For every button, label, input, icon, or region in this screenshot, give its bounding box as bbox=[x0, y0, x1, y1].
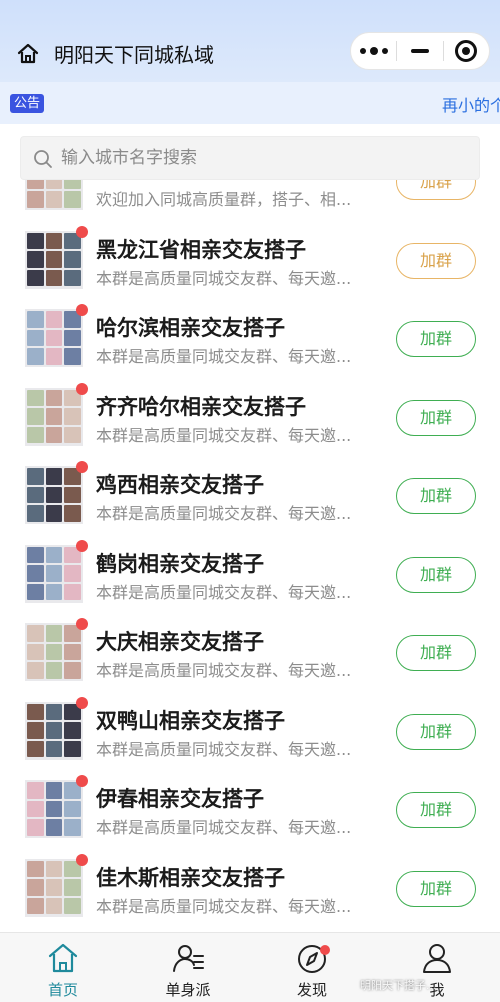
join-group-button[interactable]: 加群 bbox=[396, 792, 476, 828]
person-icon bbox=[423, 944, 451, 973]
group-name: 鸡西相亲交友搭子 bbox=[96, 473, 264, 497]
discover-red-dot bbox=[320, 945, 330, 955]
notice-bar: 公告 再小的个 bbox=[0, 82, 500, 124]
minimize-button[interactable] bbox=[397, 33, 442, 69]
close-miniprogram-button[interactable] bbox=[444, 33, 489, 69]
tab-discover-label: 发现 bbox=[296, 981, 327, 999]
group-name: 黑龙江省相亲交友搭子 bbox=[96, 237, 306, 262]
group-description: 本群是高质量同城交友群、每天邀... bbox=[96, 347, 352, 366]
group-name: 大庆相亲交友搭子 bbox=[96, 630, 264, 654]
miniprogram-capsule bbox=[350, 32, 490, 70]
group-avatar-collage bbox=[25, 701, 83, 760]
group-avatar-collage bbox=[25, 780, 83, 838]
group-row[interactable]: 佳木斯相亲交友搭子本群是高质量同城交友群、每天邀... 加群 bbox=[0, 847, 500, 925]
tab-home[interactable]: 首页 bbox=[13, 933, 113, 1002]
join-group-button[interactable]: 加群 bbox=[396, 556, 476, 593]
notice-marquee-text[interactable]: 再小的个 bbox=[442, 92, 500, 116]
join-group-button[interactable]: 加群 bbox=[396, 870, 476, 907]
join-group-button[interactable]: 加群 bbox=[396, 180, 476, 200]
group-avatar-collage bbox=[25, 466, 83, 524]
unread-red-dot bbox=[76, 696, 88, 709]
group-avatar-collage bbox=[25, 623, 83, 681]
unread-red-dot bbox=[76, 618, 88, 630]
target-icon bbox=[455, 40, 478, 62]
city-search-box[interactable] bbox=[20, 136, 480, 180]
group-description: 本群是高质量同城交友群、每天邀... bbox=[96, 582, 352, 602]
more-menu-button[interactable] bbox=[351, 33, 396, 69]
group-description: 本群是高质量同城交友群、每天邀... bbox=[96, 818, 352, 837]
group-description: 欢迎加入同城高质量群，搭子、相... bbox=[96, 190, 352, 209]
join-group-button[interactable]: 加群 bbox=[396, 713, 476, 750]
home-icon[interactable] bbox=[16, 42, 40, 66]
group-row[interactable]: 大庆相亲交友搭子本群是高质量同城交友群、每天邀... 加群 bbox=[0, 611, 500, 689]
unread-red-dot bbox=[76, 539, 88, 552]
group-description: 本群是高质量同城交友群、每天邀... bbox=[96, 661, 352, 680]
group-name: 双鸭山相亲交友搭子 bbox=[96, 708, 285, 733]
unread-red-dot bbox=[76, 225, 88, 238]
app-title: 明阳天下同城私域 bbox=[54, 43, 214, 67]
group-description: 本群是高质量同城交友群、每天邀... bbox=[96, 739, 352, 759]
group-row[interactable]: 鹤岗相亲交友搭子本群是高质量同城交友群、每天邀... 加群 bbox=[0, 533, 500, 611]
group-row[interactable]: 伊春相亲交友搭子本群是高质量同城交友群、每天邀... 加群 bbox=[0, 768, 500, 846]
group-description: 本群是高质量同城交友群、每天邀... bbox=[96, 504, 352, 523]
join-group-button[interactable]: 加群 bbox=[396, 635, 476, 671]
group-name: 伊春相亲交友搭子 bbox=[96, 787, 264, 811]
group-avatar-collage bbox=[25, 858, 83, 917]
group-list: 欢迎加入同城高质量群，搭子、相... 加群 黑龙江省相亲交友搭子 本群是高质量同城交友… bbox=[0, 180, 500, 932]
watermark: 明阳天下搭子... bbox=[360, 979, 437, 992]
unread-red-dot bbox=[76, 853, 88, 866]
group-avatar-collage bbox=[25, 387, 83, 446]
join-group-button[interactable]: 加群 bbox=[396, 321, 476, 357]
group-row[interactable]: 鸡西相亲交友搭子本群是高质量同城交友群、每天邀... 加群 bbox=[0, 454, 500, 532]
join-group-button[interactable]: 加群 bbox=[396, 478, 476, 514]
group-description: 本群是高质量同城交友群、每天邀... bbox=[96, 896, 352, 916]
tab-home-label: 首页 bbox=[47, 981, 78, 999]
unread-red-dot bbox=[76, 775, 88, 787]
more-dots-icon bbox=[359, 46, 388, 55]
tab-singles-label: 单身派 bbox=[165, 981, 211, 999]
group-avatar-collage bbox=[25, 309, 83, 367]
group-row[interactable]: 欢迎加入同城高质量群，搭子、相... 加群 bbox=[0, 180, 500, 218]
unread-red-dot bbox=[76, 304, 88, 316]
unread-red-dot bbox=[76, 461, 88, 473]
join-group-button[interactable]: 加群 bbox=[396, 399, 476, 436]
minus-icon bbox=[410, 49, 429, 53]
unread-red-dot bbox=[76, 382, 88, 395]
search-input[interactable] bbox=[61, 137, 461, 179]
group-name: 佳木斯相亲交友搭子 bbox=[96, 865, 285, 890]
group-avatar-collage bbox=[25, 180, 83, 210]
group-row[interactable]: 齐齐哈尔相亲交友搭子本群是高质量同城交友群、每天邀... 加群 bbox=[0, 376, 500, 454]
group-name: 哈尔滨相亲交友搭子 bbox=[96, 316, 285, 340]
group-name: 鹤岗相亲交友搭子 bbox=[96, 551, 264, 576]
group-row[interactable]: 双鸭山相亲交友搭子本群是高质量同城交友群、每天邀... 加群 bbox=[0, 690, 500, 768]
group-description: 本群是高质量同城交友群、每天邀... bbox=[96, 425, 352, 445]
join-group-button[interactable]: 加群 bbox=[396, 242, 476, 279]
group-avatar-collage bbox=[25, 230, 83, 289]
search-icon bbox=[34, 150, 52, 168]
tab-discover[interactable]: 发现 bbox=[262, 933, 362, 1002]
top-nav-bar: 明阳天下同城私域 bbox=[0, 0, 500, 82]
group-description: 本群是高质量同城交友群、每天邀... bbox=[96, 268, 352, 288]
home-icon bbox=[48, 943, 78, 973]
group-name: 齐齐哈尔相亲交友搭子 bbox=[96, 394, 306, 419]
tab-singles[interactable]: 单身派 bbox=[138, 933, 238, 1002]
group-avatar-collage bbox=[25, 544, 83, 603]
group-row[interactable]: 黑龙江省相亲交友搭子本群是高质量同城交友群、每天邀... 加群 bbox=[0, 219, 500, 297]
group-row[interactable]: 哈尔滨相亲交友搭子本群是高质量同城交友群、每天邀... 加群 bbox=[0, 297, 500, 375]
user-list-icon bbox=[173, 945, 204, 972]
notice-badge: 公告 bbox=[10, 94, 45, 113]
